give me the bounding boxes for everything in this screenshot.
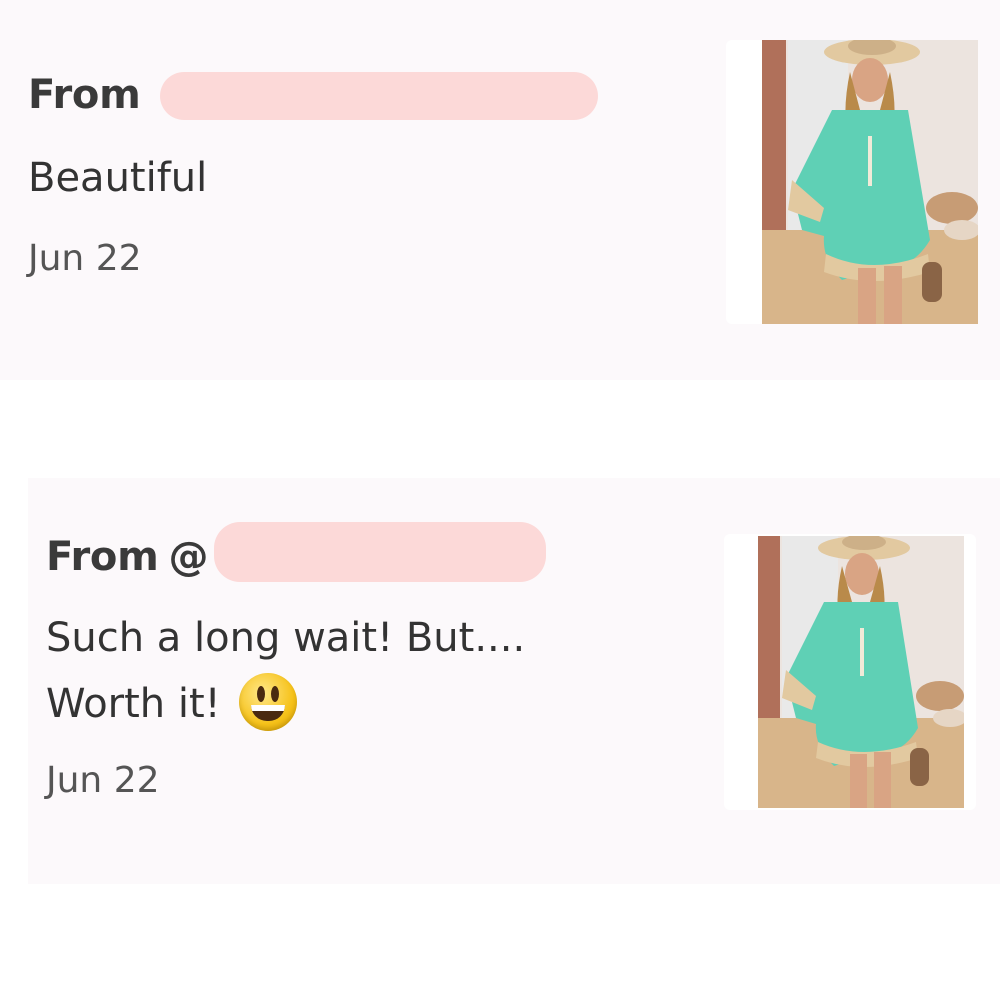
- review-card: From @ Such a long wait! But.... Worth i…: [28, 478, 1000, 884]
- smiley-emoji-icon: [239, 673, 298, 731]
- from-label: From: [28, 72, 141, 118]
- review-from-row: From: [28, 72, 150, 118]
- redacted-username: [160, 72, 598, 120]
- woman-in-teal-dress-image: [762, 40, 978, 324]
- review-message: Beautiful: [28, 155, 208, 201]
- review-date: Jun 22: [28, 238, 142, 279]
- woman-in-teal-dress-image: [758, 536, 964, 808]
- review-photo-frame[interactable]: [726, 40, 978, 324]
- review-message-line2: Worth it!: [46, 672, 298, 736]
- review-photo[interactable]: [758, 536, 964, 808]
- review-from-row: From @: [46, 534, 208, 580]
- review-date: Jun 22: [46, 760, 160, 801]
- redacted-username: [214, 522, 546, 582]
- review-message-line2-text: Worth it!: [46, 681, 221, 727]
- review-card: From Beautiful Jun 22: [0, 0, 1000, 380]
- review-photo[interactable]: [762, 40, 978, 324]
- review-message-line1: Such a long wait! But....: [46, 615, 526, 661]
- from-label: From: [46, 534, 159, 580]
- review-photo-frame[interactable]: [724, 534, 976, 810]
- reviewer-handle[interactable]: @: [168, 534, 208, 580]
